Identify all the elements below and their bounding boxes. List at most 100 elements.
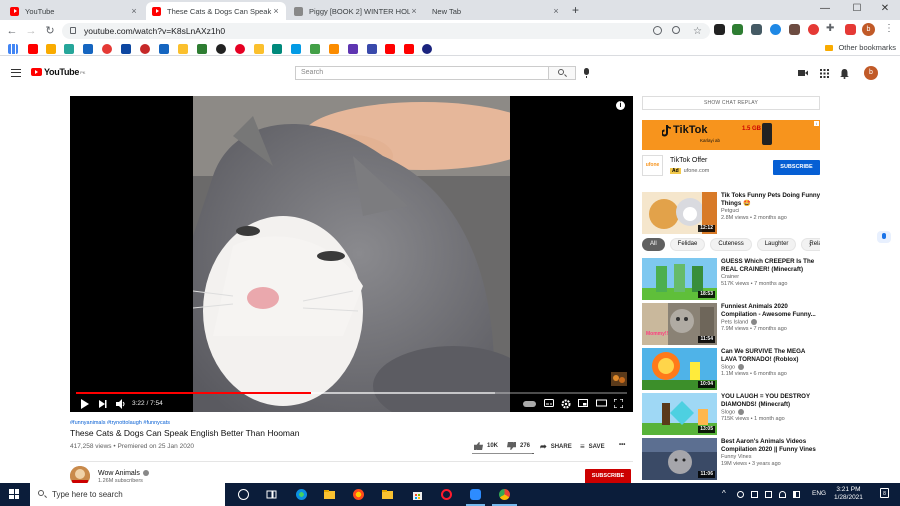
bookmark-youtube-icon[interactable] — [28, 44, 38, 54]
apps-icon[interactable] — [820, 69, 829, 78]
ad-subscribe-button[interactable]: SUBSCRIBE — [773, 160, 820, 175]
fullscreen-icon[interactable] — [613, 398, 624, 409]
bookmark-youtube-icon[interactable] — [404, 44, 414, 54]
opera-icon[interactable] — [441, 489, 452, 500]
task-view-icon[interactable] — [266, 489, 277, 500]
video-thumbnail[interactable]: 12:12 — [642, 192, 717, 234]
video-thumbnail[interactable]: 10:04 — [642, 348, 717, 390]
file-explorer-icon[interactable] — [324, 489, 335, 500]
other-bookmarks-folder[interactable]: Other bookmarks — [825, 43, 896, 52]
tab-close-icon[interactable]: × — [272, 6, 280, 16]
settings-gear-icon[interactable] — [561, 399, 571, 409]
cortana-icon[interactable] — [238, 489, 249, 500]
bookmark-icon[interactable] — [159, 44, 169, 54]
language-indicator[interactable]: ENG — [812, 490, 826, 497]
windows-start-icon[interactable] — [9, 489, 19, 499]
extension-icon[interactable] — [770, 24, 781, 35]
video-hashtags[interactable]: #funnyanimals #trynottolaugh #funnycats — [70, 420, 170, 426]
ad-advertiser-logo[interactable]: ufone — [642, 155, 663, 176]
browser-menu-icon[interactable]: ⋮ — [884, 23, 894, 34]
tab-cats-dogs-video[interactable]: These Cats & Dogs Can Speak En × — [146, 2, 286, 20]
zoom-icon[interactable] — [470, 489, 481, 500]
profile-avatar[interactable]: b — [862, 23, 875, 36]
voice-search-icon[interactable] — [584, 68, 589, 78]
bookmark-icon[interactable] — [329, 44, 339, 54]
tray-app-icon[interactable] — [751, 491, 758, 498]
extension-icon[interactable] — [808, 24, 819, 35]
video-player[interactable]: i 3:22 / 7:54 — [70, 96, 633, 412]
zoom-icon[interactable] — [672, 26, 680, 34]
address-bar[interactable]: youtube.com/watch?v=K8sLnAXz1h0 ☆ — [62, 23, 710, 39]
notification-center-icon[interactable]: 8 — [880, 488, 889, 498]
store-icon[interactable] — [412, 489, 423, 500]
bookmark-icon[interactable] — [178, 44, 188, 54]
recommended-video[interactable]: 13:05 YOU LAUGH = YOU DESTROY DIAMONDS! … — [642, 393, 822, 435]
bookmark-youtube-icon[interactable] — [385, 44, 395, 54]
file-manager-icon[interactable] — [382, 489, 393, 500]
bookmark-icon[interactable] — [121, 44, 131, 54]
reload-button[interactable]: ↻ — [43, 24, 57, 38]
channel-watermark-icon[interactable] — [611, 372, 627, 386]
chrome-icon[interactable] — [499, 489, 510, 500]
volume-icon[interactable] — [116, 399, 126, 409]
extension-icon[interactable] — [845, 24, 856, 35]
ad-title[interactable]: TikTok Offer — [670, 157, 707, 164]
youtube-logo[interactable]: YouTube PK — [31, 67, 85, 77]
create-video-icon[interactable] — [798, 69, 808, 77]
play-icon[interactable] — [81, 399, 89, 409]
notifications-bell-icon[interactable] — [840, 69, 849, 79]
recommended-video[interactable]: 10:04 Can We SURVIVE The MEGA LAVA TORNA… — [642, 348, 822, 390]
volume-icon[interactable] — [793, 491, 800, 498]
maximize-button[interactable]: ☐ — [842, 2, 872, 18]
chip-cuteness[interactable]: Cuteness — [710, 238, 752, 251]
bookmark-icon[interactable] — [254, 44, 264, 54]
firefox-icon[interactable] — [353, 489, 364, 500]
subtitles-icon[interactable] — [544, 399, 554, 409]
extensions-puzzle-icon[interactable]: ✚ — [826, 23, 834, 34]
save-button[interactable]: ≡ SAVE — [580, 442, 605, 451]
ad-banner[interactable]: TikTok Karlayi ab 1.5 GB i — [642, 120, 820, 150]
bookmark-icon[interactable] — [64, 44, 74, 54]
tab-close-icon[interactable]: × — [130, 6, 138, 16]
account-avatar[interactable]: b — [864, 66, 878, 80]
recommended-video[interactable]: 18:53 GUESS Which CREEPER Is The REAL CR… — [642, 258, 822, 300]
ad-choices-icon[interactable]: i — [814, 121, 819, 126]
bookmark-icon[interactable] — [348, 44, 358, 54]
wifi-icon[interactable] — [779, 491, 786, 498]
recommended-video[interactable]: 12:12 Tik Toks Funny Pets Doing Funny Th… — [642, 192, 822, 234]
tray-app-icon[interactable] — [737, 491, 744, 498]
show-hidden-icons[interactable]: ^ — [722, 489, 726, 498]
video-thumbnail[interactable]: 18:53 — [642, 258, 717, 300]
video-thumbnail[interactable]: 13:05 — [642, 393, 717, 435]
next-video-icon[interactable] — [99, 399, 107, 409]
bookmark-icon[interactable] — [291, 44, 301, 54]
bookmark-icon[interactable] — [310, 44, 320, 54]
close-window-button[interactable]: ✕ — [870, 2, 900, 18]
tab-piggy[interactable]: Piggy [BOOK 2] WINTER HOLIDA × — [288, 2, 424, 20]
tab-close-icon[interactable]: × — [552, 6, 560, 16]
autoplay-toggle[interactable] — [523, 401, 536, 407]
back-button[interactable]: ← — [5, 24, 19, 38]
menu-icon[interactable] — [11, 69, 21, 77]
add-icon[interactable] — [653, 26, 662, 35]
tab-youtube[interactable]: YouTube × — [4, 2, 144, 20]
bookmark-icon[interactable] — [272, 44, 282, 54]
system-clock[interactable]: 3:21 PM 1/28/2021 — [834, 486, 863, 502]
miniplayer-icon[interactable] — [578, 399, 588, 409]
video-frame[interactable] — [193, 96, 510, 412]
bookmark-star-icon[interactable]: ☆ — [693, 24, 702, 40]
bookmark-icon[interactable] — [216, 44, 226, 54]
extension-icon[interactable] — [714, 24, 725, 35]
dislike-button[interactable]: 276 — [507, 442, 530, 450]
subscribe-button[interactable]: SUBSCRIBE — [585, 469, 631, 484]
new-tab-button[interactable]: + — [572, 3, 579, 17]
recommended-video[interactable]: 11:06 Best Aaron's Animals Videos Compil… — [642, 438, 822, 480]
bookmark-icon[interactable] — [367, 44, 377, 54]
bookmark-icon[interactable] — [83, 44, 93, 54]
minimize-button[interactable]: — — [810, 2, 840, 18]
video-progress-bar[interactable] — [76, 392, 627, 394]
chips-next-icon[interactable]: › — [809, 240, 812, 249]
battery-icon[interactable] — [765, 491, 772, 498]
chip-all[interactable]: All — [642, 238, 665, 251]
tab-close-icon[interactable]: × — [410, 6, 418, 16]
